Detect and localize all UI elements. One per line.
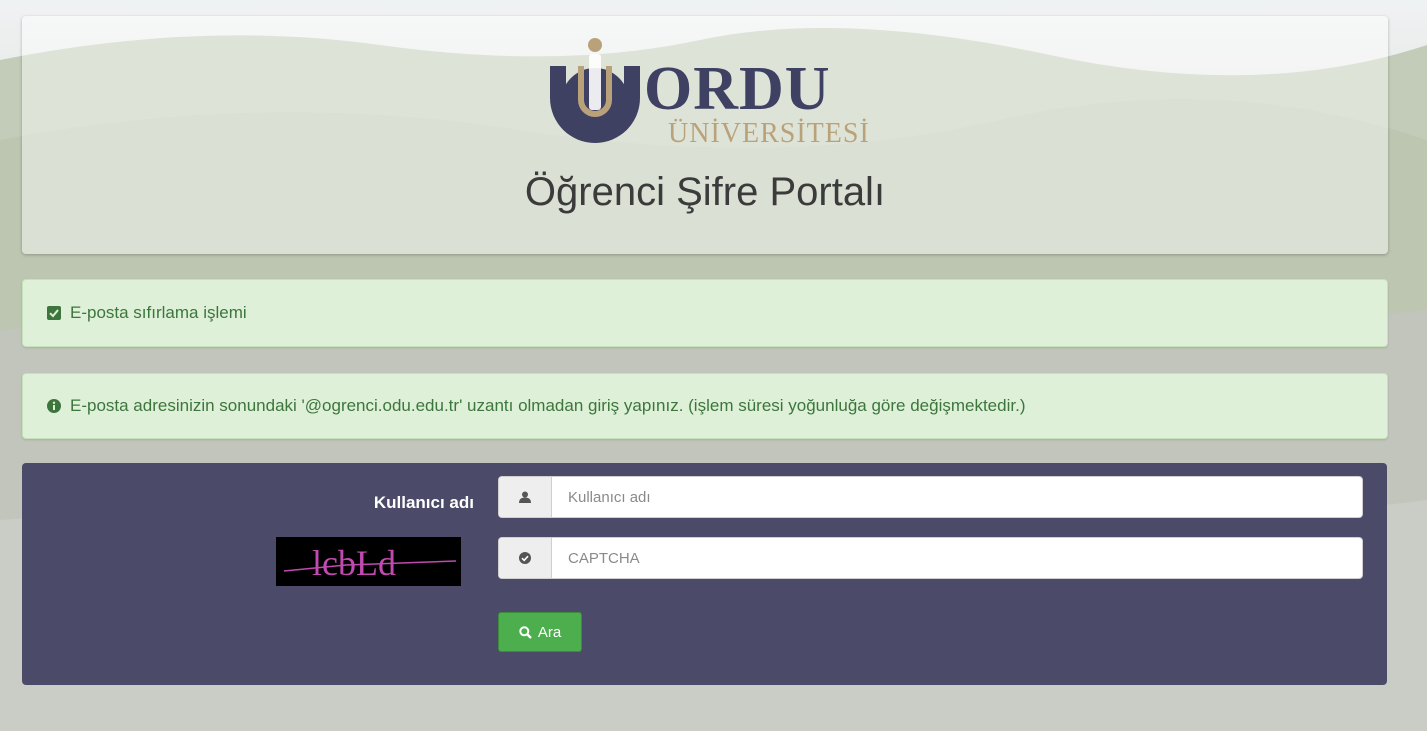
captcha-input-group — [498, 537, 1363, 579]
user-icon — [499, 477, 552, 517]
search-button-label: Ara — [537, 623, 562, 641]
username-label: Kullanıcı adı — [373, 493, 474, 512]
university-logo: ORDU ÜNİVERSİTESİ — [550, 36, 890, 148]
username-input[interactable] — [552, 477, 1362, 517]
captcha-image: lcbLd — [276, 537, 461, 586]
search-icon — [519, 625, 532, 639]
captcha-text: lcbLd — [312, 543, 396, 583]
info-circle-icon — [47, 399, 61, 413]
check-square-icon — [47, 306, 61, 320]
alert-text: E-posta adresinizin sonundaki '@ogrenci.… — [70, 396, 1026, 415]
search-button[interactable]: Ara — [498, 612, 582, 652]
logo-subtitle: ÜNİVERSİTESİ — [668, 118, 870, 149]
reset-info-alert: E-posta sıfırlama işlemi — [22, 279, 1388, 347]
search-form: Kullanıcı adı lcbLd Ara — [22, 463, 1387, 685]
check-circle-icon — [499, 538, 552, 578]
header-panel: ORDU ÜNİVERSİTESİ Öğrenci Şifre Portalı — [22, 16, 1388, 254]
username-input-group — [498, 476, 1363, 518]
captcha-input[interactable] — [552, 538, 1362, 578]
logo-wordmark: ORDU — [644, 55, 831, 123]
logo-emblem-icon — [550, 38, 640, 143]
page-title: Öğrenci Şifre Portalı — [524, 170, 886, 214]
email-hint-alert: E-posta adresinizin sonundaki '@ogrenci.… — [22, 373, 1388, 439]
alert-text: E-posta sıfırlama işlemi — [70, 303, 247, 322]
